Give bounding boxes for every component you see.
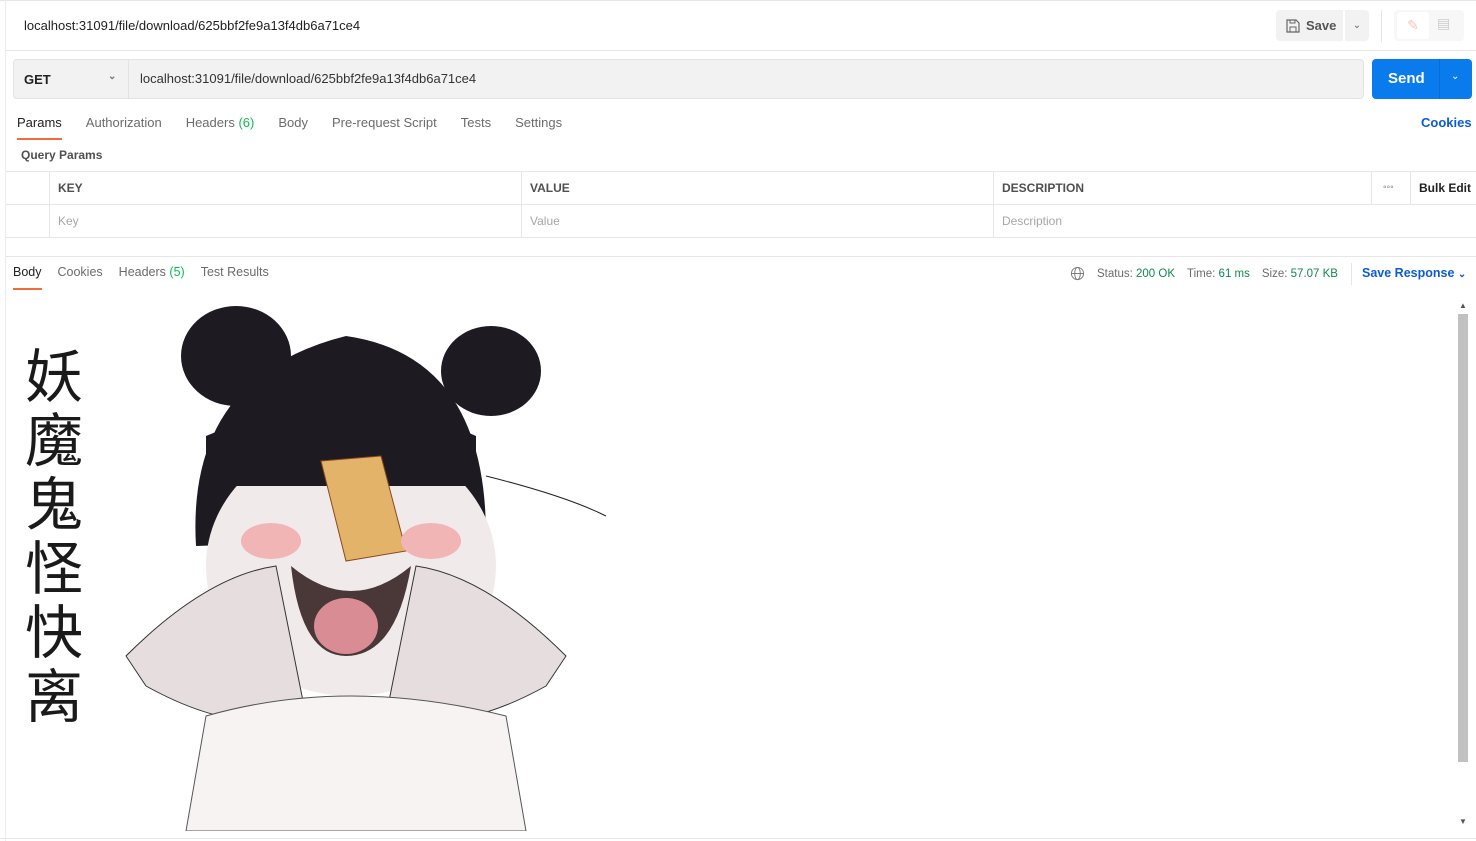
request-tabs: Params Authorization Headers (6) Body Pr… [17,115,586,140]
divider [1381,10,1382,42]
tab-headers[interactable]: Headers (6) [186,115,255,139]
bulk-edit-button[interactable]: Bulk Edit [1410,172,1471,204]
tab-authorization[interactable]: Authorization [86,115,162,139]
calligraphy-lettering: 妖魔鬼怪快离 [15,346,83,730]
query-params-table: KEY VALUE DESCRIPTION ◦◦◦ Bulk Edit Key … [6,171,1476,238]
table-row: Key Value Description [6,205,1476,238]
save-icon [1286,18,1300,33]
divider [1351,263,1352,285]
cookies-link[interactable]: Cookies [1421,115,1472,130]
send-label: Send [1388,70,1425,87]
save-button[interactable]: Save [1276,10,1343,41]
chevron-down-icon: ⌄ [1352,20,1362,31]
save-label: Save [1306,18,1337,33]
time-value: 61 ms [1218,267,1250,280]
size-label: Size: [1261,267,1288,280]
time[interactable]: Time: 61 ms [1187,268,1250,280]
tab-label: Pre-request Script [331,115,437,130]
scrollbar-thumb[interactable] [1458,314,1468,762]
request-title[interactable]: localhost:31091/file/download/625bbf2fe9… [24,18,360,33]
tab-pre-request-script[interactable]: Pre-request Script [332,115,437,139]
response-tab-body[interactable]: Body [13,265,42,290]
response-tab-test-results[interactable]: Test Results [201,265,269,289]
response-image: 妖魔鬼怪快离 [6,296,646,831]
tab-count: (5) [169,265,185,279]
url-input[interactable]: localhost:31091/file/download/625bbf2fe9… [140,71,476,86]
response-meta: Status: 200 OK Time: 61 ms Size: 57.07 K… [1070,266,1338,281]
globe-icon[interactable] [1070,266,1085,281]
save-response-label: Save Response [1362,266,1455,280]
send-button[interactable]: Send ⌄ [1372,59,1472,99]
comment-icon[interactable]: ▤ [1437,15,1450,32]
tab-label: Test Results [200,265,269,279]
bottom-border [0,838,1476,839]
size-value: 57.07 KB [1290,267,1338,280]
method-select[interactable]: GET ⌄ [14,60,129,98]
edit-pencil-icon[interactable]: ✎ [1397,12,1429,39]
key-input[interactable]: Key [49,205,521,237]
status-label: Status: [1097,267,1133,280]
tab-body[interactable]: Body [278,115,308,139]
time-label: Time: [1187,267,1216,280]
request-title-bar: localhost:31091/file/download/625bbf2fe9… [6,1,1476,51]
chevron-down-icon[interactable]: ⌄ [1451,71,1459,82]
method-value: GET [24,71,51,87]
size[interactable]: Size: 57.07 KB [1262,268,1338,280]
chevron-down-icon: ⌄ [108,71,117,82]
tab-label: Params [17,115,62,130]
response-tab-headers[interactable]: Headers (5) [119,265,185,289]
table-header-row: KEY VALUE DESCRIPTION ◦◦◦ Bulk Edit [6,172,1476,205]
tab-label: Authorization [85,115,162,130]
key-header: KEY [49,172,83,204]
status-value: 200 OK [1136,267,1176,280]
url-bar: GET ⌄ localhost:31091/file/download/625b… [13,59,1364,99]
tab-label: Headers [118,265,166,279]
tab-label: Tests [460,115,492,130]
divider [6,256,1476,257]
tab-label: Headers [185,115,235,130]
tab-label: Body [278,115,308,130]
more-options-icon[interactable]: ◦◦◦ [1371,172,1409,204]
save-dropdown-button[interactable]: ⌄ [1345,10,1369,41]
tab-tests[interactable]: Tests [461,115,491,139]
scroll-up-icon[interactable]: ▲ [1459,301,1467,310]
save-response-button[interactable]: Save Response ⌄ [1362,266,1466,280]
tab-params[interactable]: Params [17,115,62,140]
tab-label: Body [13,265,42,279]
value-header: VALUE [521,172,570,204]
scroll-down-icon[interactable]: ▼ [1459,817,1467,826]
girl-illustration [125,306,607,831]
query-params-title: Query Params [21,148,103,162]
response-tab-cookies[interactable]: Cookies [58,265,103,289]
value-input[interactable]: Value [521,205,993,237]
chevron-down-icon: ⌄ [1457,269,1467,280]
response-tabs: Body Cookies Headers (5) Test Results [13,265,285,290]
description-header: DESCRIPTION [993,172,1084,204]
tab-count: (6) [238,115,255,130]
description-input[interactable]: Description [993,205,1473,237]
tab-label: Settings [515,115,563,130]
tab-settings[interactable]: Settings [515,115,562,139]
status[interactable]: Status: 200 OK [1097,268,1175,280]
divider [1439,59,1440,99]
tab-label: Cookies [57,265,103,279]
